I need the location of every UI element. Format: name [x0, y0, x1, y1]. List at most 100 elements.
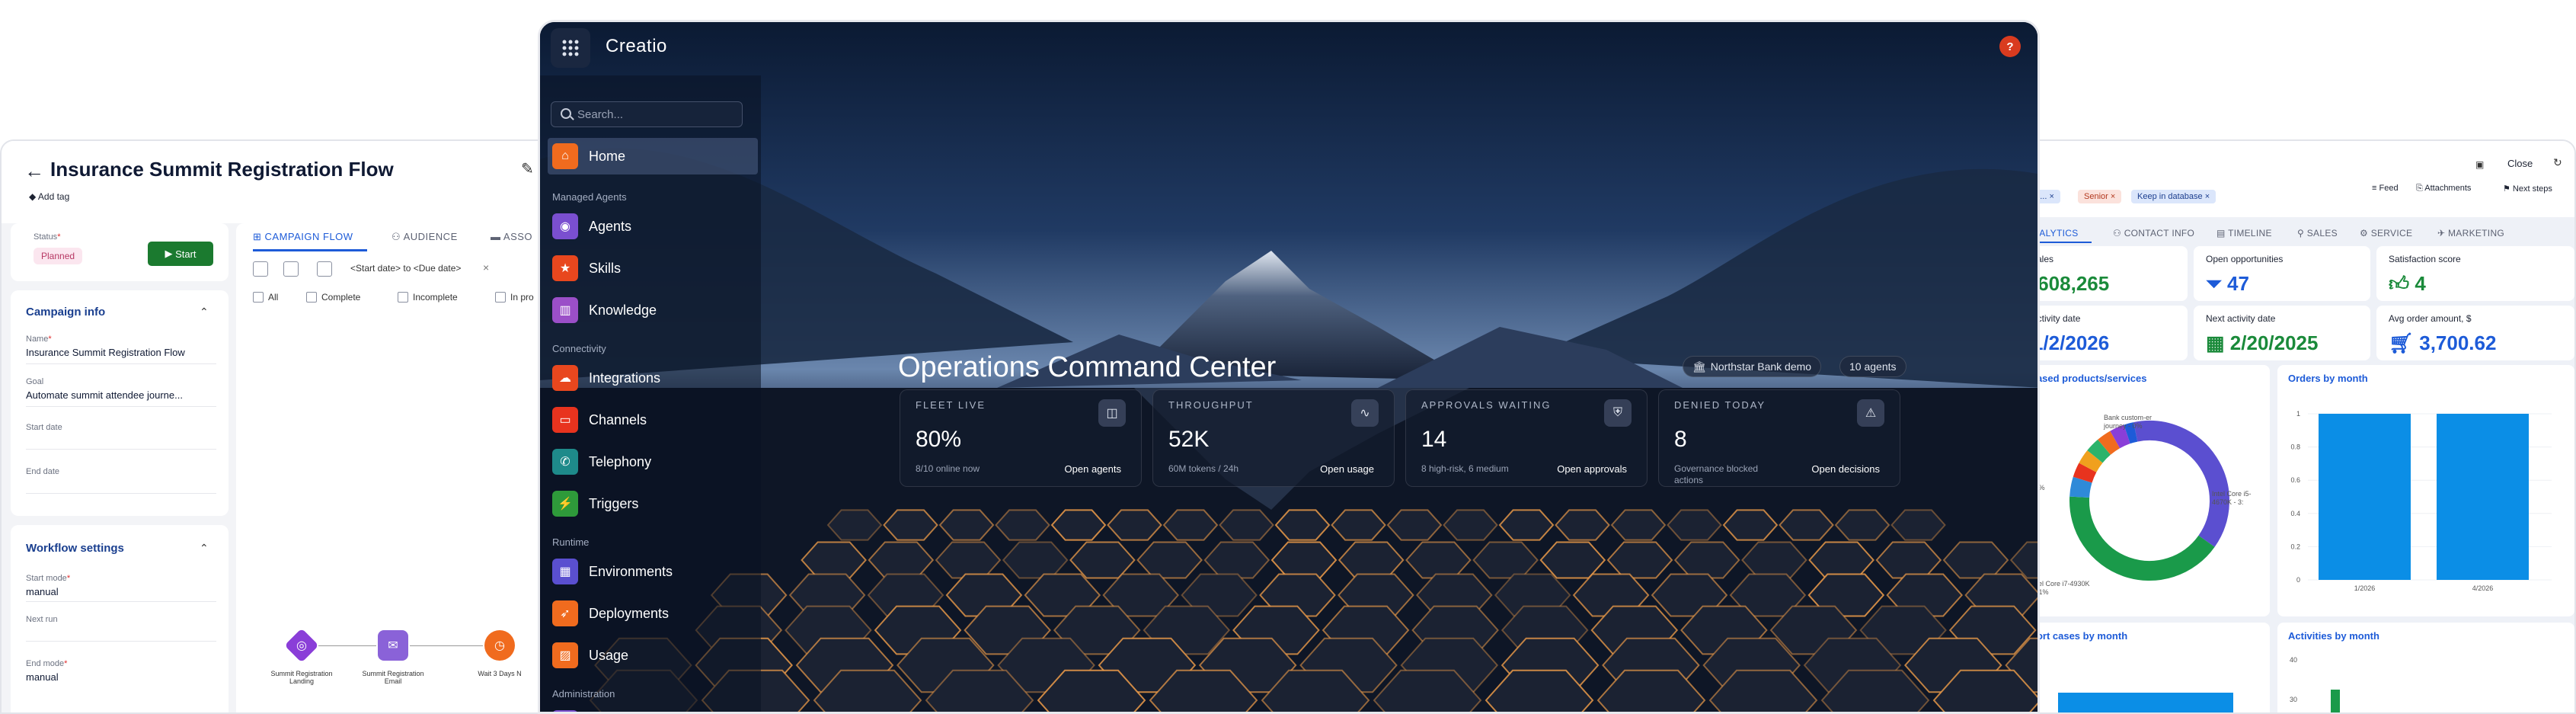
workflow-settings-card: Workflow settings ⌃ Start mode* manual N…: [11, 525, 229, 712]
filter-in-progress[interactable]: In pro: [495, 292, 534, 303]
donut-slice: [2069, 476, 2092, 498]
calendar-check-icon[interactable]: [317, 261, 332, 277]
refresh-icon[interactable]: ↻: [2553, 156, 2562, 169]
stat-value: 14: [1421, 427, 1447, 452]
help-button[interactable]: ?: [1999, 36, 2021, 57]
star-icon: ★: [552, 255, 578, 281]
calendar-icon[interactable]: [253, 261, 268, 277]
sidebar-item-deployments[interactable]: ➶ Deployments: [548, 595, 758, 632]
donut-slice: [2069, 496, 2215, 581]
attachments-button[interactable]: ⎘ Attachments: [2416, 184, 2471, 194]
add-tag-link[interactable]: ◆ Add tag: [29, 191, 69, 202]
stat-card-denied-today[interactable]: DENIED TODAY ⚠ 8 Governance blocked actions…: [1658, 389, 1900, 487]
kpi-next-activity: Next activity date ▦ 2/20/2025: [2194, 306, 2370, 360]
sidebar-item-skills[interactable]: ★ Skills: [548, 250, 758, 287]
campaign-flow-panel: ⊞ CAMPAIGN FLOW ⚇ AUDIENCE ▬ ASSO <Start…: [236, 223, 547, 712]
tab-timeline[interactable]: ▤ TIMELINE: [2216, 228, 2272, 239]
kpi-value: ⏷ 47: [2206, 272, 2249, 295]
divider: [26, 406, 216, 407]
feed-button[interactable]: ≡ Feed: [2372, 184, 2399, 193]
stat-card-throughput[interactable]: THROUGHPUT ∿ 52K 60M tokens / 24h Open usage: [1152, 389, 1395, 487]
donut-slice: [2133, 421, 2229, 547]
clear-icon[interactable]: ×: [483, 261, 489, 274]
search-input[interactable]: [577, 102, 737, 126]
stat-subtext: 8/10 online now: [916, 463, 980, 474]
goal-label: Goal: [26, 377, 44, 386]
sidebar-item-channels[interactable]: ▭ Channels: [548, 402, 758, 438]
next-steps-button[interactable]: ⚑ Next steps: [2503, 184, 2552, 194]
sidebar-item-knowledge[interactable]: ▥ Knowledge: [548, 292, 758, 328]
sidebar-item-telephony[interactable]: ✆ Telephony: [548, 443, 758, 480]
filter-all[interactable]: All: [253, 292, 278, 303]
stat-action-link[interactable]: Open agents: [1065, 463, 1121, 475]
stat-action-link[interactable]: Open approvals: [1557, 463, 1627, 475]
goal-field[interactable]: Automate summit attendee journe...: [26, 389, 183, 401]
email-node[interactable]: ✉: [378, 630, 408, 661]
lock-icon: ▣: [2475, 159, 2485, 170]
y-tick-label: 40: [2290, 656, 2298, 664]
sidebar-item-label: Channels: [589, 411, 647, 427]
sidebar-item-environments[interactable]: ▦ Environments: [548, 553, 758, 590]
back-arrow-icon[interactable]: ←: [24, 159, 44, 183]
name-label: Name*: [26, 335, 52, 344]
tag-chip[interactable]: Senior ×: [2078, 190, 2122, 203]
sidebar-item-usage[interactable]: ▨ Usage: [548, 637, 758, 674]
y-tick-label: 0: [2296, 576, 2300, 584]
end-mode-field[interactable]: manual: [26, 671, 59, 683]
name-field[interactable]: Insurance Summit Registration Flow: [26, 347, 185, 358]
close-button[interactable]: Close: [2507, 158, 2533, 169]
tab-service[interactable]: ⚙ SERVICE: [2360, 228, 2412, 239]
filter-incomplete[interactable]: Incomplete: [398, 292, 458, 303]
date-range-filter[interactable]: <Start date> to <Due date>: [350, 263, 461, 274]
stat-card-approvals-waiting[interactable]: APPROVALS WAITING ⛨ 14 8 high-risk, 6 mediu…: [1405, 389, 1648, 487]
tab-assets[interactable]: ▬ ASSO: [491, 231, 532, 242]
stat-action-link[interactable]: Open usage: [1320, 463, 1374, 475]
y-tick-label: 0.4: [2290, 510, 2300, 517]
chart-icon: ▨: [552, 642, 578, 668]
stat-subtext: 8 high-risk, 6 medium: [1421, 463, 1509, 474]
start-button[interactable]: ▶ Start: [148, 242, 213, 266]
tab-contact-info[interactable]: ⚇ CONTACT INFO: [2113, 228, 2194, 239]
sidebar-item-triggers[interactable]: ⚡ Triggers: [548, 485, 758, 522]
landing-node[interactable]: ◎: [284, 628, 319, 663]
sidebar-item-integrations[interactable]: ☁ Integrations: [548, 360, 758, 396]
panel-title: hased products/services: [2031, 373, 2147, 384]
divider: [26, 449, 216, 450]
bot-icon: ◫: [1098, 399, 1126, 427]
stat-card-fleet-live[interactable]: FLEET LIVE ◫ 80% 8/10 online now Open agents: [900, 389, 1142, 487]
agents-count-badge[interactable]: 10 agents: [1839, 356, 1906, 377]
add-tag-label: Add tag: [37, 191, 70, 202]
calendar-icon[interactable]: [283, 261, 299, 277]
sidebar-item-security[interactable]: ♟Security: [548, 705, 758, 712]
status-badge[interactable]: Planned: [34, 248, 83, 264]
kpi-value: 👍︎ 4: [2389, 272, 2426, 295]
chevron-up-icon[interactable]: ⌃: [200, 542, 209, 555]
sidebar-item-agents[interactable]: ◉ Agents: [548, 208, 758, 245]
orders-bar-chart: 1 0.8 0.6 0.4 0.2 0 1/2026 4/2026: [2290, 410, 2552, 592]
app-launcher-button[interactable]: [551, 28, 590, 68]
wait-node[interactable]: ◷: [484, 630, 515, 661]
tab-marketing[interactable]: ✈ MARKETING: [2437, 228, 2504, 239]
end-mode-label: End mode*: [26, 659, 68, 668]
tab-sales[interactable]: ⚲ SALES: [2297, 228, 2338, 239]
sidebar-item-label: Telephony: [589, 453, 652, 469]
landing-page-icon: ◎: [296, 639, 307, 652]
chevron-up-icon[interactable]: ⌃: [200, 306, 209, 319]
sidebar-item-home[interactable]: ⌂ Home: [548, 138, 758, 174]
tab-campaign-flow[interactable]: ⊞ CAMPAIGN FLOW: [253, 231, 353, 243]
stat-action-link[interactable]: Open decisions: [1811, 463, 1880, 475]
brand-logo[interactable]: Creatio: [606, 36, 667, 57]
org-badge[interactable]: 🏛︎ Northstar Bank demo: [1683, 356, 1822, 377]
donut-slice: [2079, 450, 2103, 472]
stat-value: 52K: [1168, 427, 1210, 452]
edit-pencil-icon[interactable]: ✎: [521, 159, 534, 178]
y-tick-label: 0.6: [2290, 476, 2300, 484]
tab-audience[interactable]: ⚇ AUDIENCE: [392, 231, 458, 243]
tag-chip[interactable]: Keep in database ×: [2131, 190, 2216, 203]
start-mode-field[interactable]: manual: [26, 586, 59, 597]
calendar-icon: ▦: [2206, 331, 2230, 354]
filter-complete[interactable]: Complete: [306, 292, 360, 303]
products-panel: hased products/services Bank custom-er j…: [2028, 365, 2270, 616]
chat-icon: ▭: [552, 407, 578, 433]
search-box[interactable]: [551, 101, 743, 127]
